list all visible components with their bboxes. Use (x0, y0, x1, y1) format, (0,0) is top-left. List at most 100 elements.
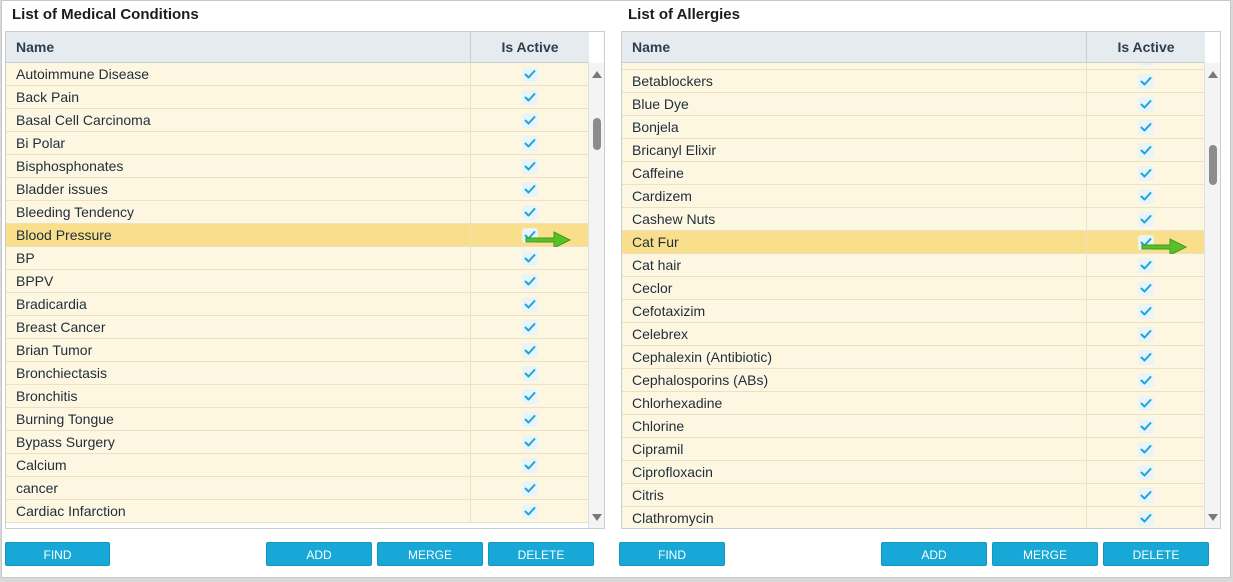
scroll-up-arrow-icon[interactable] (592, 71, 602, 78)
is-active-checkbox[interactable] (1138, 120, 1154, 135)
table-row[interactable]: Chlorine (622, 415, 1205, 438)
is-active-checkbox[interactable] (522, 366, 538, 381)
table-row[interactable]: Back Pain (6, 86, 589, 109)
table-row[interactable]: Ciprofloxacin (622, 461, 1205, 484)
is-active-checkbox[interactable] (1138, 143, 1154, 158)
is-active-checkbox[interactable] (522, 182, 538, 197)
table-row[interactable]: Clathromycin (622, 507, 1205, 528)
is-active-checkbox[interactable] (522, 458, 538, 473)
vertical-scrollbar[interactable] (1204, 63, 1220, 528)
table-row[interactable]: Breast Cancer (6, 316, 589, 339)
table-row[interactable]: Ceclor (622, 277, 1205, 300)
find-button[interactable]: FIND (5, 542, 110, 566)
is-active-checkbox[interactable] (522, 389, 538, 404)
is-active-checkbox[interactable] (1138, 74, 1154, 89)
table-row[interactable]: Bronchitis (6, 385, 589, 408)
scroll-thumb[interactable] (1209, 145, 1217, 185)
table-row[interactable]: Cat hair (622, 254, 1205, 277)
is-active-checkbox[interactable] (1138, 304, 1154, 319)
vertical-scrollbar[interactable] (588, 63, 604, 528)
is-active-checkbox[interactable] (522, 90, 538, 105)
is-active-checkbox[interactable] (1138, 511, 1154, 526)
table-row[interactable]: Brian Tumor (6, 339, 589, 362)
table-row[interactable]: Bi Polar (6, 132, 589, 155)
table-row-selected[interactable]: Blood Pressure (6, 224, 589, 249)
scroll-up-arrow-icon[interactable] (1208, 71, 1218, 78)
table-row[interactable]: Cipramil (622, 438, 1205, 461)
is-active-checkbox[interactable] (522, 481, 538, 496)
column-header-name[interactable]: Name (6, 32, 471, 62)
table-row[interactable]: Bonjela (622, 116, 1205, 139)
merge-button[interactable]: MERGE (992, 542, 1098, 566)
table-row[interactable]: Bronchiectasis (6, 362, 589, 385)
table-row[interactable]: cancer (6, 477, 589, 500)
is-active-checkbox[interactable] (1138, 97, 1154, 112)
add-button[interactable]: ADD (266, 542, 372, 566)
is-active-checkbox[interactable] (1138, 396, 1154, 411)
scroll-down-arrow-icon[interactable] (1208, 514, 1218, 521)
delete-button[interactable]: DELETE (1103, 542, 1209, 566)
is-active-checkbox[interactable] (522, 320, 538, 335)
table-row[interactable]: Berries (622, 63, 1205, 70)
is-active-checkbox[interactable] (1138, 189, 1154, 204)
table-row[interactable]: Burning Tongue (6, 408, 589, 431)
table-row[interactable]: Cardizem (622, 185, 1205, 208)
column-header-name[interactable]: Name (622, 32, 1087, 62)
is-active-checkbox[interactable] (1138, 488, 1154, 503)
is-active-checkbox[interactable] (522, 274, 538, 289)
find-button[interactable]: FIND (619, 542, 725, 566)
is-active-checkbox[interactable] (522, 435, 538, 450)
table-row[interactable]: Bleeding Tendency (6, 201, 589, 224)
is-active-checkbox[interactable] (522, 159, 538, 174)
is-active-checkbox[interactable] (1138, 327, 1154, 342)
is-active-checkbox[interactable] (522, 297, 538, 312)
add-button[interactable]: ADD (881, 542, 987, 566)
is-active-checkbox[interactable] (522, 251, 538, 266)
is-active-checkbox[interactable] (522, 412, 538, 427)
table-row[interactable]: Cardiac Infarction (6, 500, 589, 523)
table-row[interactable]: Betablockers (622, 70, 1205, 93)
table-row[interactable]: Bricanyl Elixir (622, 139, 1205, 162)
is-active-checkbox[interactable] (522, 205, 538, 220)
is-active-checkbox[interactable] (522, 67, 538, 82)
scroll-down-arrow-icon[interactable] (592, 514, 602, 521)
table-row[interactable]: Cefotaxizim (622, 300, 1205, 323)
table-row[interactable]: Cashew Nuts (622, 208, 1205, 231)
is-active-checkbox[interactable] (1138, 281, 1154, 296)
merge-button[interactable]: MERGE (377, 542, 483, 566)
table-row[interactable]: Chlorhexadine (622, 392, 1205, 415)
table-row-selected[interactable]: Cat Fur (622, 231, 1205, 256)
table-row[interactable]: Cephalexin (Antibiotic) (622, 346, 1205, 369)
is-active-checkbox[interactable] (1138, 258, 1154, 273)
column-header-is-active[interactable]: Is Active (471, 32, 589, 62)
is-active-checkbox[interactable] (1138, 166, 1154, 181)
table-row[interactable]: Autoimmune Disease (6, 63, 589, 86)
is-active-checkbox[interactable] (1138, 63, 1154, 66)
is-active-checkbox[interactable] (1138, 212, 1154, 227)
is-active-checkbox[interactable] (522, 343, 538, 358)
table-row[interactable]: Celebrex (622, 323, 1205, 346)
is-active-checkbox[interactable] (1138, 419, 1154, 434)
column-header-is-active[interactable]: Is Active (1087, 32, 1205, 62)
table-row[interactable]: Cephalosporins (ABs) (622, 369, 1205, 392)
table-row[interactable]: Citris (622, 484, 1205, 507)
table-row[interactable]: Basal Cell Carcinoma (6, 109, 589, 132)
table-row[interactable]: BP (6, 247, 589, 270)
is-active-checkbox[interactable] (522, 113, 538, 128)
is-active-checkbox[interactable] (1138, 350, 1154, 365)
delete-button[interactable]: DELETE (488, 542, 594, 566)
table-row[interactable]: Bradicardia (6, 293, 589, 316)
table-row[interactable]: Bisphosphonates (6, 155, 589, 178)
table-row[interactable]: BPPV (6, 270, 589, 293)
table-row[interactable]: Blue Dye (622, 93, 1205, 116)
is-active-checkbox[interactable] (522, 136, 538, 151)
scroll-thumb[interactable] (593, 118, 601, 150)
table-row[interactable]: Bladder issues (6, 178, 589, 201)
is-active-checkbox[interactable] (522, 504, 538, 519)
is-active-checkbox[interactable] (1138, 442, 1154, 457)
is-active-checkbox[interactable] (522, 228, 572, 249)
table-row[interactable]: Caffeine (622, 162, 1205, 185)
table-row[interactable]: Calcium (6, 454, 589, 477)
is-active-checkbox[interactable] (1138, 373, 1154, 388)
is-active-checkbox[interactable] (1138, 465, 1154, 480)
